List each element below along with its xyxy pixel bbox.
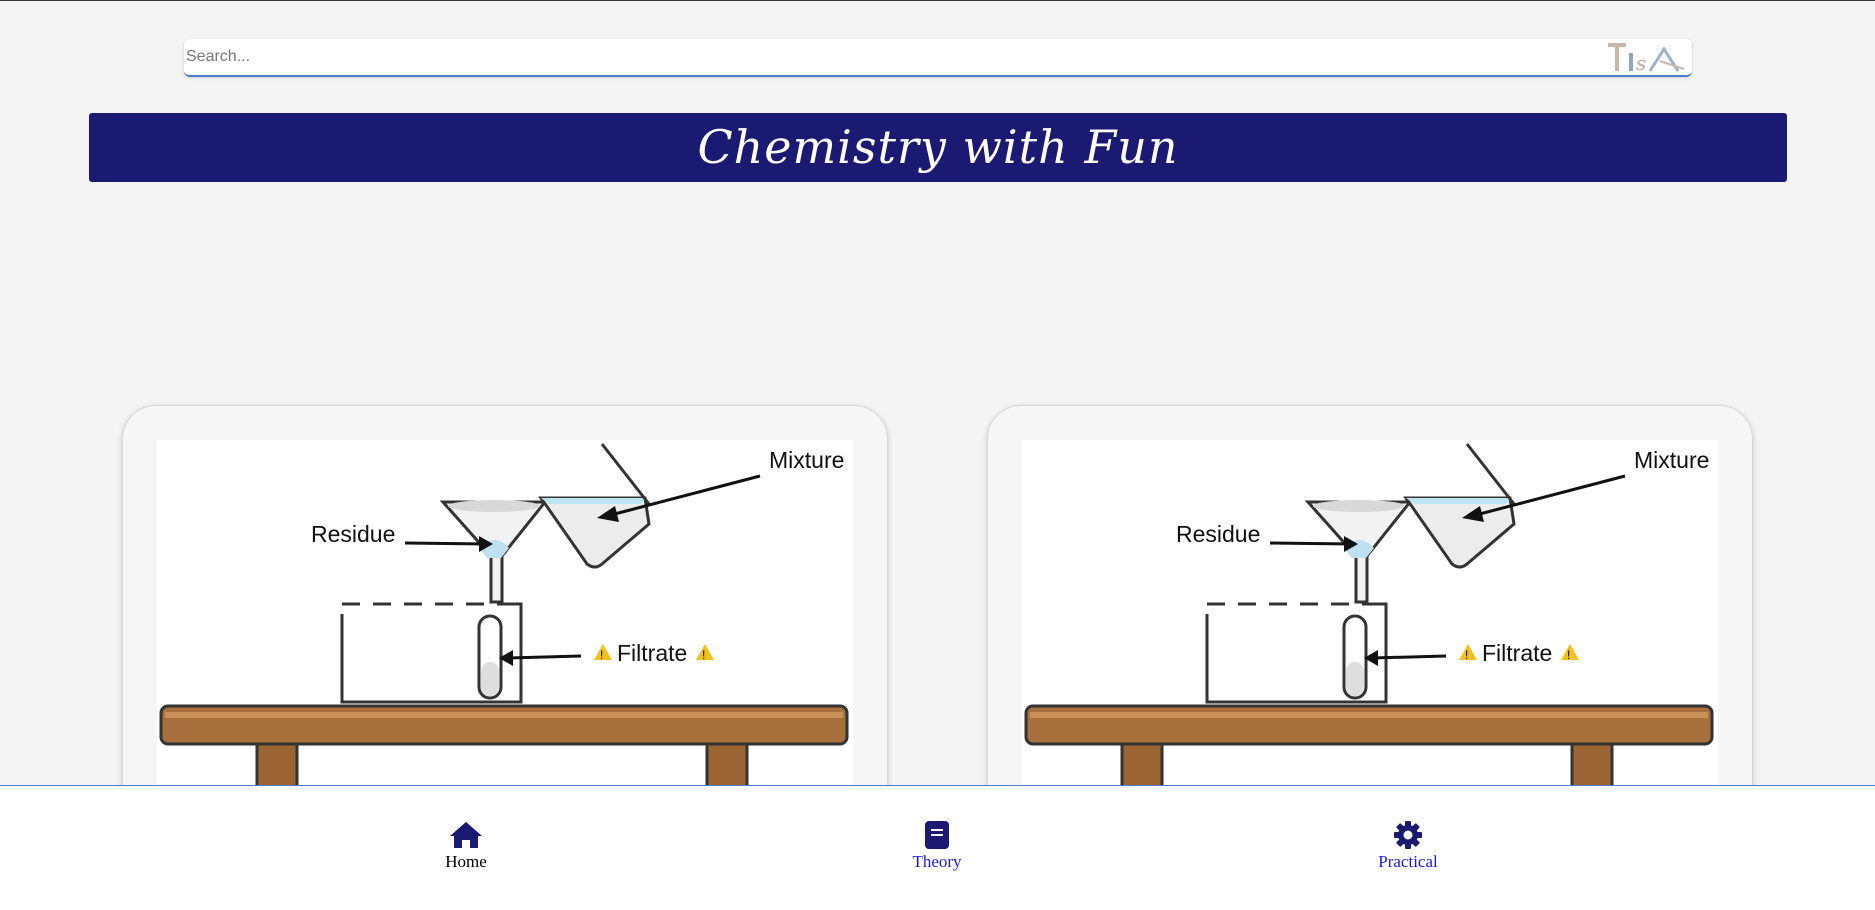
page-title: Chemistry with Fun: [697, 120, 1179, 174]
nav-item-home[interactable]: Home: [396, 820, 536, 872]
header-banner: Chemistry with Fun: [89, 113, 1787, 182]
filtration-diagram-svg: ! ! Mixture Residue Filtrate: [1024, 443, 1714, 820]
search-input[interactable]: [186, 39, 1586, 75]
nav-label-theory: Theory: [912, 852, 962, 871]
svg-text:!: !: [600, 648, 603, 662]
svg-text:!: !: [1465, 648, 1468, 662]
filtrate-label: Filtrate: [1482, 640, 1552, 666]
gear-icon: [1394, 821, 1422, 849]
bottom-nav: Home Theory Practical: [0, 785, 1875, 910]
svg-text:!: !: [1567, 648, 1570, 662]
mixture-label: Mixture: [1634, 447, 1709, 473]
residue-label: Residue: [1176, 521, 1260, 547]
filtration-diagram: ! ! Mixture Residue Filtrate: [1022, 440, 1718, 820]
residue-label: Residue: [311, 521, 395, 547]
filtration-diagram: ! ! Mixture Residue Filtrate: [157, 440, 853, 820]
mixture-label: Mixture: [769, 447, 844, 473]
experiment-card[interactable]: ! ! Mixture Residue Filtrate: [987, 405, 1753, 847]
search-bar: s: [184, 39, 1692, 77]
nav-label-practical: Practical: [1378, 852, 1438, 871]
svg-text:s: s: [1636, 51, 1646, 75]
book-icon: [925, 821, 949, 849]
home-icon: [450, 822, 482, 848]
nav-label-home: Home: [445, 852, 487, 871]
filtration-diagram-svg: ! ! Mixture Residue Filtrate: [159, 443, 849, 820]
filtrate-label: Filtrate: [617, 640, 687, 666]
svg-text:!: !: [702, 648, 705, 662]
experiment-card[interactable]: ! ! Mixture Residue Filtrate: [122, 405, 888, 847]
nav-item-theory[interactable]: Theory: [867, 820, 1007, 872]
nav-item-practical[interactable]: Practical: [1338, 820, 1478, 872]
tisa-logo-icon: s: [1608, 43, 1685, 75]
